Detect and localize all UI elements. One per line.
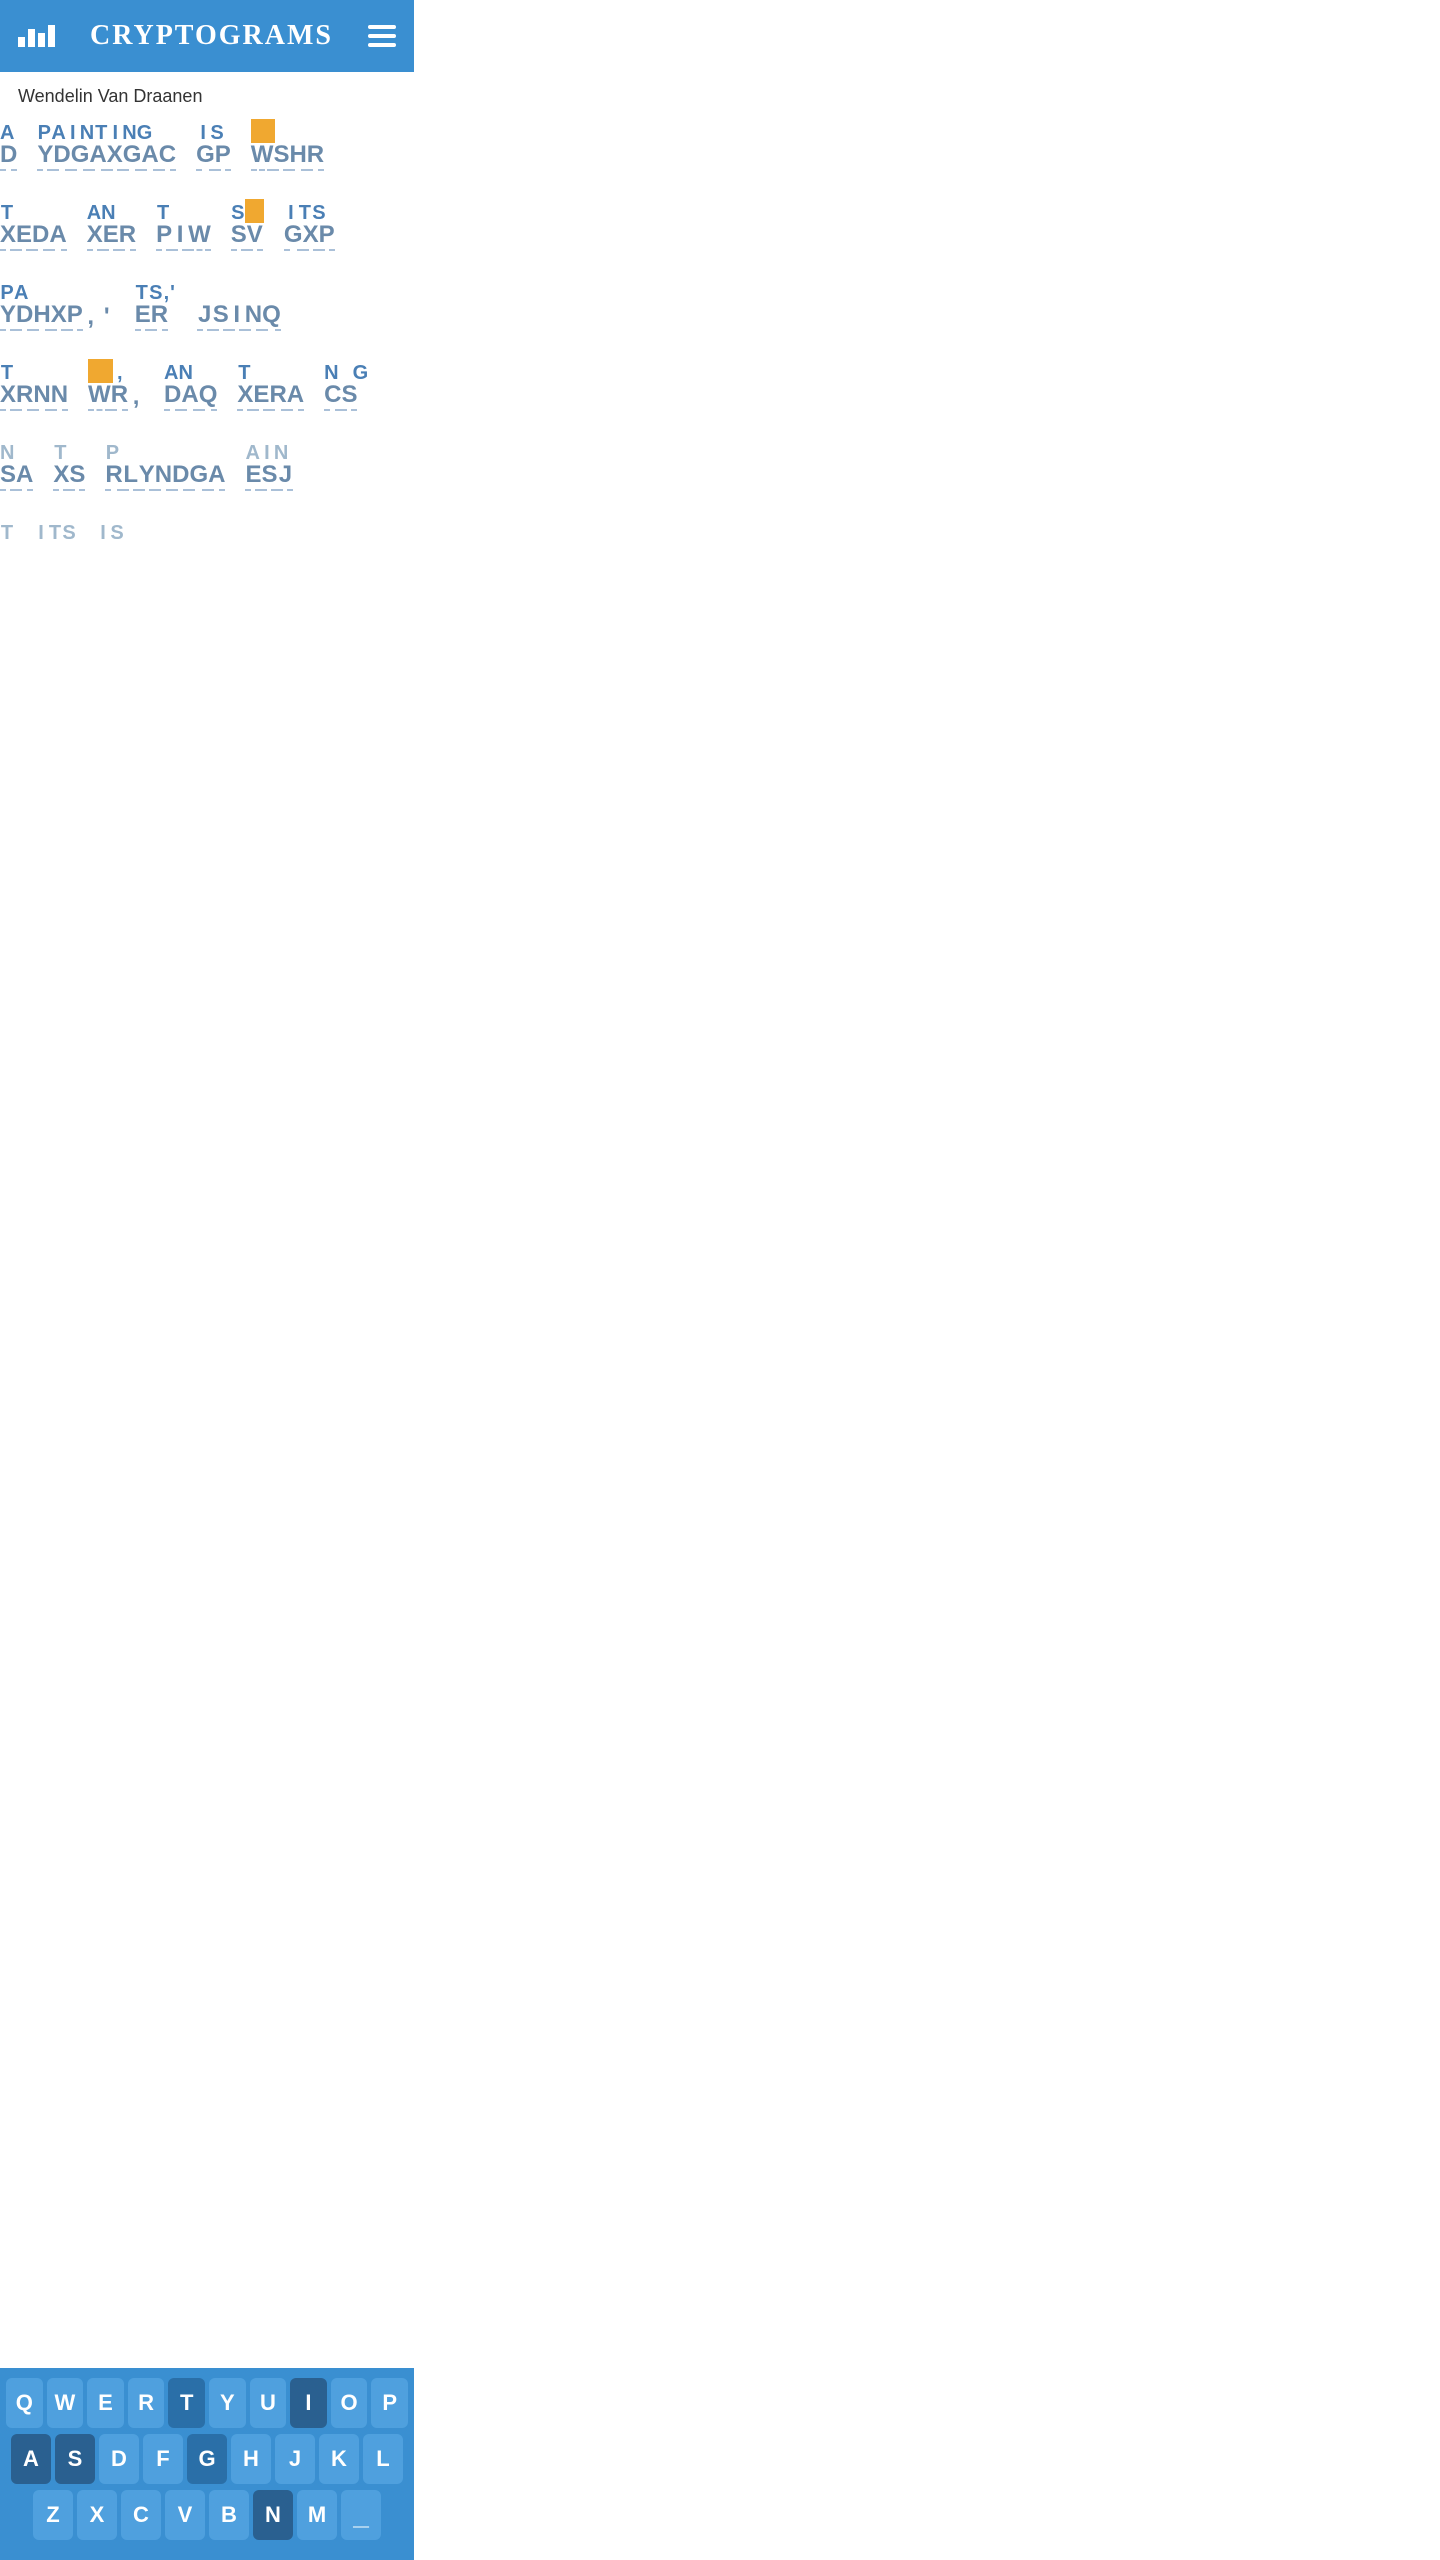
keyboard: Q W E R T Y U I O P A S D F G H J K L Z …	[0, 2368, 414, 2560]
key-Z[interactable]: Z	[33, 2490, 73, 2540]
word-hl2: , W R ,	[88, 353, 144, 411]
word-t4: T X E R A	[237, 353, 304, 411]
key-C[interactable]: C	[121, 2490, 161, 2540]
key-underscore[interactable]: _	[341, 2490, 381, 2540]
key-D[interactable]: D	[99, 2434, 139, 2484]
decoded-line-5: N S A T X S P R L Y	[0, 433, 414, 491]
key-N[interactable]: N	[253, 2490, 293, 2540]
word-t5: T X S	[53, 433, 85, 491]
word-pa: P A Y D H X P , '	[0, 273, 115, 331]
keyboard-row-2: A S D F G H J K L	[6, 2434, 408, 2484]
word-its: I T S G X P	[284, 193, 335, 251]
key-U[interactable]: U	[250, 2378, 287, 2428]
word-an2: A N D A Q	[164, 353, 217, 411]
word-s: S S V	[231, 193, 264, 251]
key-F[interactable]: F	[143, 2434, 183, 2484]
puzzle-line-3: P A Y D H X P , ' T S ,'	[0, 273, 414, 331]
key-K[interactable]: K	[319, 2434, 359, 2484]
key-H[interactable]: H	[231, 2434, 271, 2484]
decoded-line-3: P A Y D H X P , ' T S ,'	[0, 273, 414, 331]
key-X[interactable]: X	[77, 2490, 117, 2540]
word-t6: T	[0, 513, 14, 543]
puzzle-area: A D P A I N T I N G Y D G	[0, 113, 414, 765]
puzzle-line-1: A D P A I N T I N G Y D G	[0, 113, 414, 171]
puzzle-line-2: T X E D A A N X E R	[0, 193, 414, 251]
word-p: P R L Y N D G A	[105, 433, 225, 491]
word-is2: I S	[96, 513, 124, 543]
key-S[interactable]: S	[55, 2434, 95, 2484]
chart-icon[interactable]	[18, 25, 55, 47]
key-W[interactable]: W	[47, 2378, 84, 2428]
word-jsinq: J S I N Q	[197, 273, 281, 331]
keyboard-row-3: Z X C V B N M _	[6, 2490, 408, 2540]
key-J[interactable]: J	[275, 2434, 315, 2484]
key-G[interactable]: G	[187, 2434, 227, 2484]
key-P[interactable]: P	[371, 2378, 408, 2428]
key-A[interactable]: A	[11, 2434, 51, 2484]
key-V[interactable]: V	[165, 2490, 205, 2540]
key-E[interactable]: E	[87, 2378, 124, 2428]
key-R[interactable]: R	[128, 2378, 165, 2428]
word-is: I S G P	[196, 113, 231, 171]
word-t3: T X R N N	[0, 353, 68, 411]
keyboard-row-1: Q W E R T Y U I O P	[6, 2378, 408, 2428]
app-title: Cryptograms	[90, 20, 333, 52]
key-Q[interactable]: Q	[6, 2378, 43, 2428]
word-painting: P A I N T I N G Y D G A X G A C	[37, 113, 176, 171]
decoded-line-1: A D P A I N T I N G Y D G	[0, 113, 414, 171]
puzzle-line-6: T I T S I S	[0, 513, 414, 543]
word-t2: T P I W	[156, 193, 211, 251]
key-I[interactable]: I	[290, 2378, 327, 2428]
word-n: N S A	[0, 433, 33, 491]
word-ain: A I N E S J	[245, 433, 293, 491]
menu-icon[interactable]	[368, 25, 396, 47]
key-T[interactable]: T	[168, 2378, 205, 2428]
puzzle-line-4: T X R N N , W R ,	[0, 353, 414, 411]
word-t1: T X E D A	[0, 193, 67, 251]
key-Y[interactable]: Y	[209, 2378, 246, 2428]
header: Cryptograms	[0, 0, 414, 72]
key-O[interactable]: O	[331, 2378, 368, 2428]
word-an: A N X E R	[87, 193, 136, 251]
word-highlighted-1: W S H R	[251, 113, 324, 171]
word-its2: I T S	[34, 513, 76, 543]
author-name: Wendelin Van Draanen	[0, 72, 414, 113]
word-a: A D	[0, 113, 17, 171]
decoded-line-6: T I T S I S	[0, 513, 414, 543]
key-B[interactable]: B	[209, 2490, 249, 2540]
decoded-line-2: T X E D A A N X E R	[0, 193, 414, 251]
decoded-line-4: T X R N N , W R ,	[0, 353, 414, 411]
word-ng: N G C S	[324, 353, 368, 411]
puzzle-line-5: N S A T X S P R L Y	[0, 433, 414, 491]
word-ts: T S ,' E R	[135, 273, 177, 331]
key-L[interactable]: L	[363, 2434, 403, 2484]
key-M[interactable]: M	[297, 2490, 337, 2540]
